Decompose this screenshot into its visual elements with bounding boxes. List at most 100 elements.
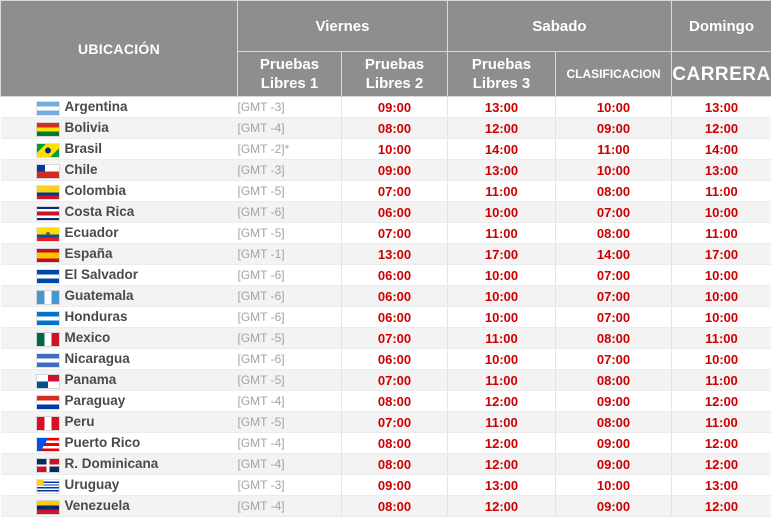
country-name: España: [64, 246, 113, 262]
practice-2-time: 12:00: [447, 432, 556, 454]
qualifying-time: 11:00: [671, 180, 771, 202]
gmt-offset: [GMT -4]: [237, 117, 342, 139]
practice-1-time: 07:00: [341, 222, 448, 244]
gmt-offset: [GMT -4]: [237, 390, 342, 412]
flag-colombia-icon: [36, 185, 59, 199]
country-name: Paraguay: [64, 393, 126, 409]
gmt-offset: [GMT -3]: [237, 96, 342, 118]
country-cell: Panama: [0, 369, 238, 391]
country-cell: Mexico: [0, 327, 238, 349]
qualifying-time: 12:00: [671, 390, 771, 412]
table-row: Costa Rica[GMT -6]06:0010:0007:0010:0010…: [0, 201, 771, 223]
table-row: Nicaragua[GMT -6]06:0010:0007:0010:0010:…: [0, 348, 771, 370]
country-name: R. Dominicana: [64, 456, 159, 472]
gmt-offset: [GMT -4]: [237, 432, 342, 454]
country-name: El Salvador: [64, 267, 139, 283]
qualifying-time: 11:00: [671, 327, 771, 349]
practice-2-time: 12:00: [447, 495, 556, 517]
practice-2-label-line1: Pruebas: [364, 56, 425, 73]
country-name: Honduras: [64, 309, 128, 325]
country-name: Nicaragua: [64, 351, 130, 367]
flag-honduras-icon: [36, 311, 59, 325]
practice-3-time: 08:00: [555, 180, 672, 202]
practice-1-time: 06:00: [341, 348, 448, 370]
table-row: Panama[GMT -5]07:0011:0008:0011:0011:00: [0, 369, 771, 391]
table-row: El Salvador[GMT -6]06:0010:0007:0010:001…: [0, 264, 771, 286]
gmt-offset: [GMT -5]: [237, 327, 342, 349]
practice-3-time: 14:00: [555, 243, 672, 265]
country-name: Peru: [64, 414, 95, 430]
gmt-offset: [GMT -5]: [237, 411, 342, 433]
table-row: España[GMT -1]13:0017:0014:0017:0017:00: [0, 243, 771, 265]
country-name: Brasil: [64, 141, 103, 157]
practice-2-time: 12:00: [447, 117, 556, 139]
gmt-offset: [GMT -6]: [237, 264, 342, 286]
location-header: UBICACIÓN: [0, 0, 238, 97]
practice-3-time: 08:00: [555, 222, 672, 244]
practice-1-header: Pruebas Libres 1: [237, 51, 342, 97]
table-row: Ecuador[GMT -5]07:0011:0008:0011:0011:00: [0, 222, 771, 244]
practice-1-time: 06:00: [341, 264, 448, 286]
practice-3-time: 10:00: [555, 474, 672, 496]
practice-2-time: 13:00: [447, 159, 556, 181]
practice-3-time: 07:00: [555, 306, 672, 328]
gmt-offset: [GMT -2]*: [237, 138, 342, 160]
qualifying-header: CLASIFICACION: [555, 51, 672, 97]
qualifying-time: 10:00: [671, 285, 771, 307]
country-name: Argentina: [64, 99, 128, 115]
flag-argentina-icon: [36, 101, 59, 115]
practice-1-time: 07:00: [341, 327, 448, 349]
flag-el-salvador-icon: [36, 269, 59, 283]
qualifying-time: 12:00: [671, 453, 771, 475]
qualifying-time: 17:00: [671, 243, 771, 265]
schedule-page: UBICACIÓN Viernes Sabado Domingo Pruebas…: [0, 0, 771, 525]
practice-3-time: 07:00: [555, 201, 672, 223]
qualifying-time: 10:00: [671, 348, 771, 370]
flag-uruguay-icon: [36, 479, 59, 493]
flag-panama-icon: [36, 374, 59, 388]
practice-2-time: 11:00: [447, 411, 556, 433]
gmt-offset: [GMT -6]: [237, 306, 342, 328]
practice-3-time: 08:00: [555, 369, 672, 391]
sunday-header: Domingo: [671, 0, 771, 52]
flag-puerto-rico-icon: [36, 437, 59, 451]
practice-1-time: 09:00: [341, 96, 448, 118]
table-row: Colombia[GMT -5]07:0011:0008:0011:0011:0…: [0, 180, 771, 202]
gmt-offset: [GMT -6]: [237, 285, 342, 307]
country-name: Guatemala: [64, 288, 134, 304]
gmt-offset: [GMT -1]: [237, 243, 342, 265]
flag-chile-icon: [36, 164, 59, 178]
flag-nicaragua-icon: [36, 353, 59, 367]
country-cell: Bolivia: [0, 117, 238, 139]
country-cell: España: [0, 243, 238, 265]
qualifying-time: 12:00: [671, 432, 771, 454]
gmt-offset: [GMT -6]: [237, 348, 342, 370]
table-row: Puerto Rico[GMT -4]08:0012:0009:0012:001…: [0, 432, 771, 454]
country-cell: Costa Rica: [0, 201, 238, 223]
practice-2-time: 13:00: [447, 474, 556, 496]
race-header: CARRERA: [671, 51, 771, 97]
qualifying-time: 13:00: [671, 96, 771, 118]
practice-2-time: 11:00: [447, 180, 556, 202]
table-row: Bolivia[GMT -4]08:0012:0009:0012:0012:00: [0, 117, 771, 139]
country-cell: Uruguay: [0, 474, 238, 496]
practice-3-time: 09:00: [555, 495, 672, 517]
qualifying-time: 11:00: [671, 369, 771, 391]
practice-2-time: 17:00: [447, 243, 556, 265]
practice-1-time: 08:00: [341, 495, 448, 517]
flag-venezuela-icon: [36, 500, 59, 514]
practice-1-label-line1: Pruebas: [259, 56, 320, 73]
practice-2-time: 10:00: [447, 201, 556, 223]
table-row: Paraguay[GMT -4]08:0012:0009:0012:0012:0…: [0, 390, 771, 412]
practice-1-time: 10:00: [341, 138, 448, 160]
country-cell: Paraguay: [0, 390, 238, 412]
table-row: Chile[GMT -3]09:0013:0010:0013:0013:00: [0, 159, 771, 181]
table-row: Venezuela[GMT -4]08:0012:0009:0012:0012:…: [0, 495, 771, 517]
practice-1-time: 06:00: [341, 285, 448, 307]
practice-1-time: 09:00: [341, 159, 448, 181]
gmt-offset: [GMT -3]: [237, 474, 342, 496]
gmt-offset: [GMT -6]: [237, 201, 342, 223]
country-cell: Colombia: [0, 180, 238, 202]
gmt-offset: [GMT -5]: [237, 222, 342, 244]
practice-2-time: 11:00: [447, 222, 556, 244]
